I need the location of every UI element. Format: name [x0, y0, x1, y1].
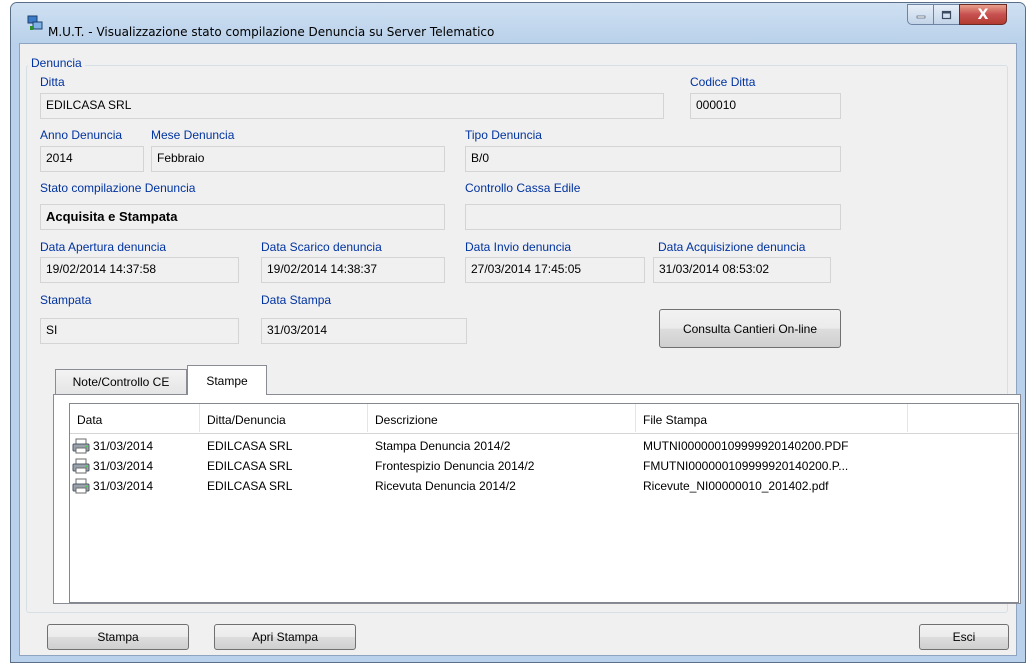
column-header-ditta[interactable]: Ditta/Denuncia [200, 404, 368, 432]
list-item[interactable]: 31/03/2014 EDILCASA SRL Ricevuta Denunci… [70, 476, 1018, 496]
data-apertura-field[interactable]: 19/02/2014 14:37:58 [40, 257, 239, 283]
anno-denuncia-field[interactable]: 2014 [40, 146, 144, 172]
tab-stampe[interactable]: Stampe [187, 365, 267, 395]
close-button[interactable]: X [959, 4, 1007, 25]
close-icon: X [977, 6, 989, 23]
printer-icon [72, 478, 90, 494]
maximize-button[interactable] [933, 4, 960, 25]
row-data: 31/03/2014 [93, 439, 154, 453]
tipo-denuncia-label: Tipo Denuncia [465, 128, 542, 142]
row-ditta: EDILCASA SRL [207, 479, 293, 493]
esci-button[interactable]: Esci [919, 624, 1009, 650]
stampata-field[interactable]: SI [40, 318, 239, 344]
mese-denuncia-field[interactable]: Febbraio [151, 146, 445, 172]
stampe-tab-panel: Data Ditta/Denuncia Descrizione File Sta… [53, 394, 1021, 604]
tab-note-controllo-ce[interactable]: Note/Controllo CE [55, 369, 187, 394]
row-file: MUTNI000000109999920140200.PDF [643, 439, 849, 453]
app-network-icon[interactable] [27, 15, 43, 31]
maximize-icon [941, 10, 952, 19]
minimize-button[interactable] [907, 4, 934, 25]
stato-compilazione-field[interactable]: Acquisita e Stampata [40, 204, 445, 230]
list-item[interactable]: 31/03/2014 EDILCASA SRL Stampa Denuncia … [70, 436, 1018, 456]
controllo-cassa-edile-field[interactable] [465, 204, 841, 230]
anno-denuncia-label: Anno Denuncia [40, 128, 123, 142]
data-scarico-field[interactable]: 19/02/2014 14:38:37 [261, 257, 445, 283]
row-ditta: EDILCASA SRL [207, 439, 293, 453]
stampata-label: Stampata [40, 293, 92, 307]
codice-ditta-label: Codice Ditta [690, 75, 756, 89]
row-descrizione: Stampa Denuncia 2014/2 [375, 439, 511, 453]
printer-icon [72, 438, 90, 454]
data-stampa-field[interactable]: 31/03/2014 [261, 318, 467, 344]
row-descrizione: Ricevuta Denuncia 2014/2 [375, 479, 516, 493]
data-invio-label: Data Invio denuncia [465, 240, 572, 254]
row-ditta: EDILCASA SRL [207, 459, 293, 473]
main-window: M.U.T. - Visualizzazione stato compilazi… [10, 2, 1026, 663]
data-acquisizione-field[interactable]: 31/03/2014 08:53:02 [653, 257, 831, 283]
ditta-field[interactable]: EDILCASA SRL [40, 93, 664, 119]
list-header: Data Ditta/Denuncia Descrizione File Sta… [70, 404, 1018, 434]
codice-ditta-field[interactable]: 000010 [690, 93, 841, 119]
data-apertura-label: Data Apertura denuncia [40, 240, 167, 254]
row-descrizione: Frontespizio Denuncia 2014/2 [375, 459, 535, 473]
column-header-descrizione[interactable]: Descrizione [368, 404, 636, 432]
title-bar[interactable]: M.U.T. - Visualizzazione stato compilazi… [11, 3, 1025, 43]
row-data: 31/03/2014 [93, 459, 154, 473]
row-file: FMUTNI000000109999920140200.P... [643, 459, 849, 473]
column-header-file-stampa[interactable]: File Stampa [636, 404, 908, 432]
ditta-label: Ditta [40, 75, 65, 89]
list-item[interactable]: 31/03/2014 EDILCASA SRL Frontespizio Den… [70, 456, 1018, 476]
apri-stampa-button[interactable]: Apri Stampa [214, 624, 356, 650]
data-invio-field[interactable]: 27/03/2014 17:45:05 [465, 257, 645, 283]
tipo-denuncia-field[interactable]: B/0 [465, 146, 841, 172]
groupbox-legend: Denuncia [28, 56, 85, 70]
printer-icon [72, 458, 90, 474]
mese-denuncia-label: Mese Denuncia [151, 128, 235, 142]
minimize-icon [916, 15, 925, 18]
stampa-button[interactable]: Stampa [47, 624, 189, 650]
column-header-data[interactable]: Data [70, 404, 200, 432]
row-file: Ricevute_NI00000010_201402.pdf [643, 479, 829, 493]
stato-compilazione-label: Stato compilazione Denuncia [40, 181, 196, 195]
client-area: Denuncia Ditta EDILCASA SRL Codice Ditta… [19, 43, 1021, 656]
consulta-cantieri-button[interactable]: Consulta Cantieri On-line [659, 309, 841, 348]
controllo-cassa-edile-label: Controllo Cassa Edile [465, 181, 581, 195]
data-scarico-label: Data Scarico denuncia [261, 240, 382, 254]
window-title: M.U.T. - Visualizzazione stato compilazi… [48, 25, 495, 39]
stampe-list[interactable]: Data Ditta/Denuncia Descrizione File Sta… [69, 403, 1019, 603]
data-stampa-label: Data Stampa [261, 293, 332, 307]
row-data: 31/03/2014 [93, 479, 154, 493]
data-acquisizione-label: Data Acquisizione denuncia [658, 240, 806, 254]
